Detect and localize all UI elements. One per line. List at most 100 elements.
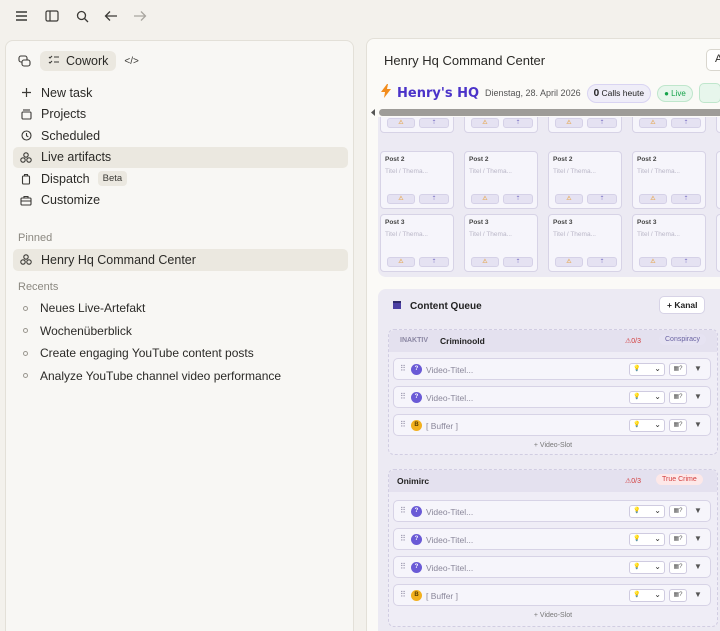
video-slot[interactable]: ⠿ B[ Buffer ] 💡 ⌄ ▦? ▼ [393, 414, 711, 436]
panel-action-button[interactable]: A [706, 49, 720, 71]
drag-handle-icon[interactable]: ⠿ [400, 562, 406, 571]
sidebar-item-dispatch[interactable]: Dispatch Beta [13, 168, 348, 190]
video-slot[interactable]: ⠿? Video-Titel... 💡 ⌄ ▦? ▼ [393, 556, 711, 578]
calendar-post-card[interactable]: ⚠⇡ [380, 117, 454, 133]
status-icon[interactable]: ⚠ [639, 194, 667, 204]
priority-select[interactable]: 💡 ⌄ [629, 589, 665, 602]
video-slot[interactable]: ⠿? Video-Titel... 💡 ⌄ ▦? ▼ [393, 386, 711, 408]
calendar-post-card[interactable]: Post 2Titel / Thema...⚠⇡ [548, 151, 622, 209]
drag-handle-icon[interactable]: ⠿ [400, 364, 406, 373]
post-title-input[interactable]: Titel / Thema... [385, 231, 428, 238]
forward-arrow-icon[interactable] [130, 6, 150, 26]
calendar-post-card[interactable]: Post 3 Titel / Thema... ⚠ ⇡ [380, 214, 454, 272]
status-icon[interactable]: ⚠ [471, 194, 499, 204]
sidebar-item-customize[interactable]: Customize [13, 190, 348, 212]
schedule-date-icon[interactable]: ▦? [669, 505, 687, 518]
video-slot[interactable]: ⠿? Video-Titel... 💡 ⌄ ▦? ▼ [393, 500, 711, 522]
chat-icon[interactable] [18, 55, 32, 67]
scrollbar-thumb[interactable] [379, 109, 720, 116]
code-icon[interactable]: </> [124, 56, 138, 67]
add-video-slot-button[interactable]: + Video-Slot [389, 608, 717, 624]
status-icon[interactable]: ⚠ [555, 194, 583, 204]
calendar-post-card[interactable]: Post 2Titel / Thema...⚠⇡ [464, 151, 538, 209]
recent-item[interactable]: Analyze YouTube channel video performanc… [13, 365, 348, 388]
calendar-post-card[interactable]: Post 2Titel / Thema...⚠⇡ [632, 151, 706, 209]
move-icon[interactable]: ⇡ [503, 257, 533, 267]
recent-item[interactable]: Neues Live-Artefakt [13, 297, 348, 320]
calendar-post-card[interactable]: Post 2Titel / Thema...⚠⇡ [380, 151, 454, 209]
expand-icon[interactable]: ▼ [694, 590, 702, 599]
add-channel-button[interactable]: + Kanal [659, 296, 706, 314]
status-icon[interactable]: ⚠ [387, 257, 415, 267]
move-icon[interactable]: ⇡ [671, 118, 701, 128]
priority-select[interactable]: 💡 ⌄ [629, 419, 665, 432]
sidebar-item-live-artifacts[interactable]: Live artifacts [13, 146, 348, 168]
video-title-input[interactable]: Video-Titel... [426, 563, 473, 573]
priority-select[interactable]: 💡 ⌄ [629, 533, 665, 546]
schedule-date-icon[interactable]: ▦? [669, 363, 687, 376]
calendar-post-card[interactable]: ⚠⇡ [716, 117, 720, 133]
move-icon[interactable]: ⇡ [671, 257, 701, 267]
drag-handle-icon[interactable]: ⠿ [400, 534, 406, 543]
pinned-item-henry-hq[interactable]: Henry Hq Command Center [13, 249, 348, 271]
move-icon[interactable]: ⇡ [419, 118, 449, 128]
priority-select[interactable]: 💡 ⌄ [629, 505, 665, 518]
move-icon[interactable]: ⇡ [419, 194, 449, 204]
move-icon[interactable]: ⇡ [419, 257, 449, 267]
drag-handle-icon[interactable]: ⠿ [400, 392, 406, 401]
expand-icon[interactable]: ▼ [694, 364, 702, 373]
video-slot[interactable]: ⠿ B[ Buffer ] 💡 ⌄ ▦? ▼ [393, 584, 711, 606]
video-slot[interactable]: ⠿? Video-Titel... 💡 ⌄ ▦? ▼ [393, 528, 711, 550]
video-title-input[interactable]: Video-Titel... [426, 507, 473, 517]
post-title-input[interactable]: Titel / Thema... [553, 231, 596, 238]
calendar-post-card[interactable]: ⚠⇡ [464, 117, 538, 133]
search-icon[interactable] [72, 6, 92, 26]
calendar-post-card[interactable]: ⚠⇡ [632, 117, 706, 133]
status-icon[interactable]: ⚠ [639, 257, 667, 267]
schedule-date-icon[interactable]: ▦? [669, 419, 687, 432]
calendar-post-card[interactable]: Post 3 Titel / Thema... ⚠ ⇡ [632, 214, 706, 272]
status-icon[interactable]: ⚠ [555, 118, 583, 128]
post-title-input[interactable]: Titel / Thema... [637, 231, 680, 238]
drag-handle-icon[interactable]: ⠿ [400, 506, 406, 515]
priority-select[interactable]: 💡 ⌄ [629, 363, 665, 376]
video-title-input[interactable]: Video-Titel... [426, 393, 473, 403]
video-title-input[interactable]: [ Buffer ] [426, 421, 458, 431]
schedule-date-icon[interactable]: ▦? [669, 533, 687, 546]
post-title-input[interactable]: Titel / Thema... [553, 168, 596, 175]
expand-icon[interactable]: ▼ [694, 562, 702, 571]
expand-icon[interactable]: ▼ [694, 534, 702, 543]
status-icon[interactable]: ⚠ [387, 194, 415, 204]
video-title-input[interactable]: Video-Titel... [426, 535, 473, 545]
status-icon[interactable]: ⚠ [555, 257, 583, 267]
calendar-post-card[interactable]: Post 3 Titel / Thema... ⚠ ⇡ [548, 214, 622, 272]
status-icon[interactable]: ⚠ [471, 257, 499, 267]
channel-header[interactable]: Onimirc ⚠0/3 True Crime [389, 470, 717, 492]
sidebar-item-new-task[interactable]: New task [13, 82, 348, 104]
sidebar-item-scheduled[interactable]: Scheduled [13, 125, 348, 147]
recent-item[interactable]: Wochenüberblick [13, 320, 348, 343]
video-slot[interactable]: ⠿? Video-Titel... 💡 ⌄ ▦? ▼ [393, 358, 711, 380]
expand-icon[interactable]: ▼ [694, 420, 702, 429]
post-title-input[interactable]: Titel / Thema... [469, 168, 512, 175]
horizontal-scrollbar[interactable] [369, 108, 720, 117]
calendar-post-card[interactable]: Post 3 Titel / Thema... ⚠ ⇡ [464, 214, 538, 272]
video-title-input[interactable]: Video-Titel... [426, 365, 473, 375]
status-icon[interactable]: ⚠ [387, 118, 415, 128]
expand-icon[interactable]: ▼ [694, 506, 702, 515]
post-title-input[interactable]: Titel / Thema... [469, 231, 512, 238]
priority-select[interactable]: 💡 ⌄ [629, 561, 665, 574]
move-icon[interactable]: ⇡ [671, 194, 701, 204]
move-icon[interactable]: ⇡ [503, 194, 533, 204]
recent-item[interactable]: Create engaging YouTube content posts [13, 342, 348, 365]
priority-select[interactable]: 💡 ⌄ [629, 391, 665, 404]
add-video-slot-button[interactable]: + Video-Slot [389, 438, 717, 454]
calendar-post-card[interactable]: Post 2Titel / Thema...⚠⇡ [716, 151, 720, 209]
status-icon[interactable]: ⚠ [471, 118, 499, 128]
move-icon[interactable]: ⇡ [587, 257, 617, 267]
expand-icon[interactable]: ▼ [694, 392, 702, 401]
menu-icon[interactable] [11, 6, 31, 26]
move-icon[interactable]: ⇡ [587, 194, 617, 204]
move-icon[interactable]: ⇡ [503, 118, 533, 128]
post-title-input[interactable]: Titel / Thema... [385, 168, 428, 175]
